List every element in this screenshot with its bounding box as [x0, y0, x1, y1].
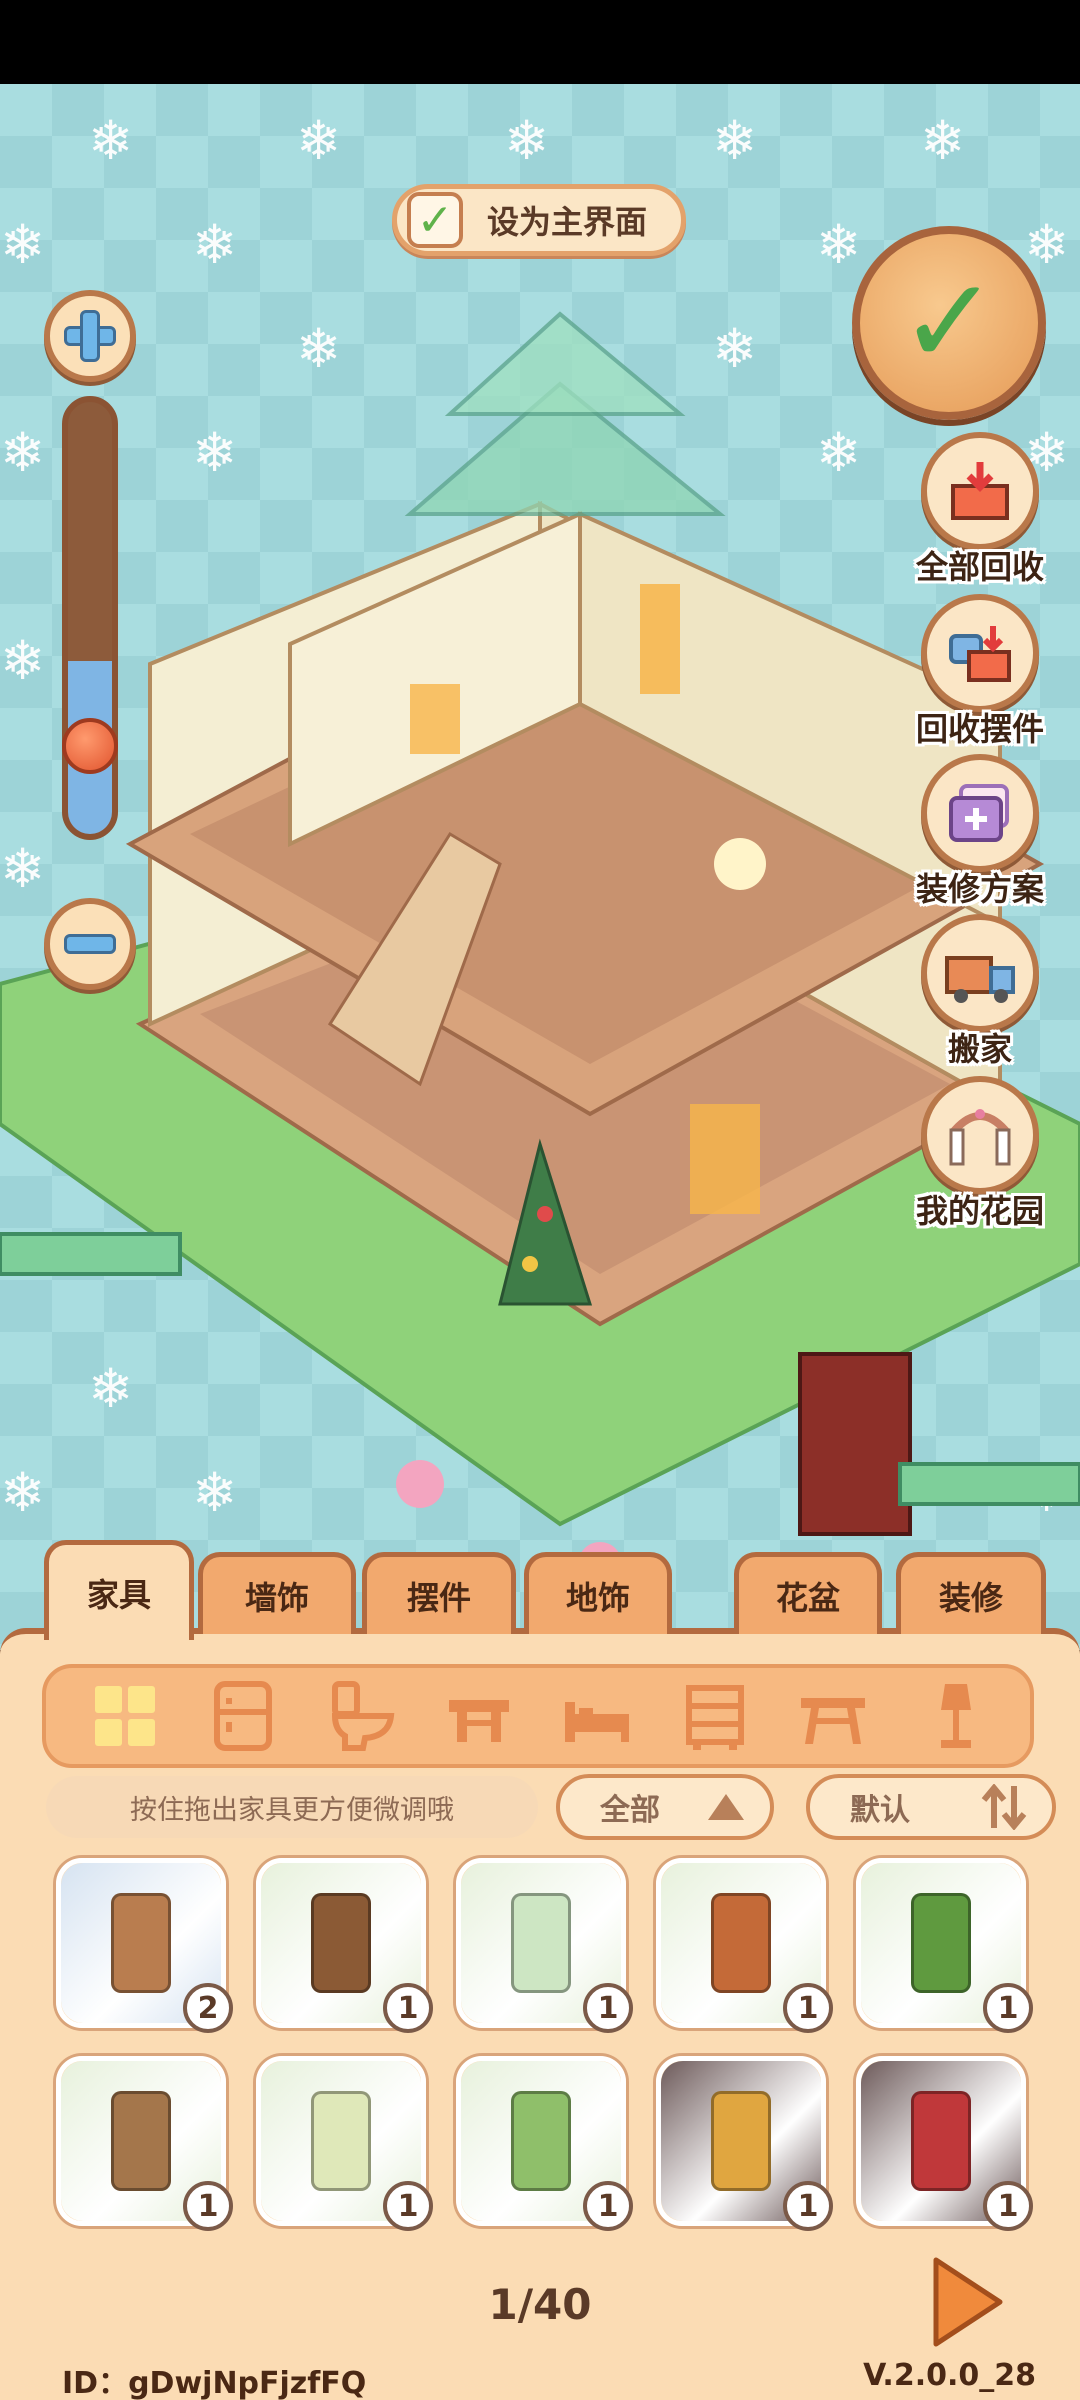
- checkmark-icon: ✓: [898, 253, 1000, 392]
- tab-label: 花盆: [775, 1578, 840, 1617]
- tab-flower-pots[interactable]: 花盆: [734, 1552, 882, 1634]
- tab-label: 墙饰: [244, 1578, 309, 1617]
- zoom-out-button[interactable]: [44, 898, 136, 990]
- plus-icon-vertical: [80, 310, 100, 362]
- stool-icon[interactable]: [439, 1676, 519, 1756]
- item-card[interactable]: 1: [656, 1858, 833, 2033]
- room-scene[interactable]: ❄ ❄ ❄ ❄ ❄ ❄ ❄ ❄ ❄ ❄ ❄ ❄ ❄ ❄ ❄ ❄ ❄ ❄ ❄ ❄ …: [0, 84, 1080, 1650]
- page-indicator: 1/40: [488, 2280, 592, 2329]
- item-card[interactable]: 1: [256, 2056, 433, 2231]
- filter-label: 全部: [600, 1793, 660, 1828]
- item-graphic: [111, 1893, 171, 1993]
- lamp-icon[interactable]: [911, 1676, 991, 1756]
- item-count-badge: 1: [583, 1983, 633, 2033]
- box-recycle-icon: [921, 432, 1039, 550]
- table-icon[interactable]: [793, 1676, 873, 1756]
- bed-icon[interactable]: [557, 1676, 637, 1756]
- next-page-arrow-icon[interactable]: [930, 2256, 1006, 2348]
- toilet-icon[interactable]: [321, 1676, 401, 1756]
- item-graphic: [511, 1893, 571, 1993]
- item-graphic: [311, 2091, 371, 2191]
- dresser-icon[interactable]: [675, 1676, 755, 1756]
- my-garden-button[interactable]: 我的花园: [895, 1076, 1065, 1232]
- moving-button[interactable]: 搬家: [895, 914, 1065, 1070]
- item-count-badge: 1: [983, 2181, 1033, 2231]
- item-count-badge: 1: [783, 2181, 833, 2231]
- set-as-main-label: 设为主界面: [487, 203, 648, 241]
- minus-icon: [64, 934, 116, 954]
- tab-label: 装修: [938, 1578, 1003, 1617]
- cabinet-icon[interactable]: [203, 1676, 283, 1756]
- item-graphic: [911, 2091, 971, 2191]
- item-card[interactable]: 1: [856, 2056, 1033, 2231]
- item-card[interactable]: 1: [56, 2056, 233, 2231]
- decoration-plan-icon: [921, 754, 1039, 872]
- zoom-in-button[interactable]: [44, 290, 136, 382]
- tab-label: 家具: [86, 1575, 151, 1614]
- checkbox-icon: ✓: [407, 192, 463, 248]
- item-graphic: [511, 2091, 571, 2191]
- triangle-up-icon: [708, 1794, 744, 1820]
- item-count-badge: 1: [383, 2181, 433, 2231]
- sort-label: 默认: [850, 1793, 910, 1828]
- all-grid-icon[interactable]: [85, 1676, 165, 1756]
- item-card[interactable]: 2: [56, 1858, 233, 2033]
- sort-arrows-icon: [981, 1784, 1027, 1830]
- item-card[interactable]: 1: [456, 2056, 633, 2231]
- version-label: V.2.0.0_28: [863, 2358, 1036, 2393]
- tab-label: 摆件: [406, 1578, 471, 1617]
- my-garden-label: 我的花园: [915, 1192, 1044, 1230]
- tab-renovation[interactable]: 装修: [896, 1552, 1046, 1634]
- zoom-slider-handle[interactable]: [62, 718, 118, 775]
- recycle-ornaments-button[interactable]: 回收摆件: [895, 594, 1065, 750]
- garden-arch-icon: [921, 1076, 1039, 1194]
- set-as-main-button[interactable]: ✓ 设为主界面: [392, 184, 686, 256]
- tab-furniture[interactable]: 家具: [44, 1540, 194, 1640]
- tab-ornaments[interactable]: 摆件: [362, 1552, 516, 1634]
- confirm-button[interactable]: ✓: [852, 226, 1046, 420]
- item-graphic: [311, 1893, 371, 1993]
- recycle-all-button[interactable]: 全部回收: [895, 432, 1065, 588]
- item-graphic: [711, 1893, 771, 1993]
- item-graphic: [911, 1893, 971, 1993]
- item-count-badge: 1: [183, 2181, 233, 2231]
- item-card[interactable]: 1: [456, 1858, 633, 2033]
- item-count-badge: 1: [783, 1983, 833, 2033]
- item-card[interactable]: 1: [856, 1858, 1033, 2033]
- recycle-ornaments-label: 回收摆件: [915, 710, 1044, 748]
- decoration-plan-button[interactable]: 装修方案: [895, 754, 1065, 910]
- category-bar: [42, 1664, 1034, 1768]
- drag-hint-text: 按住拖出家具更方便微调哦: [46, 1776, 538, 1838]
- item-count-badge: 2: [183, 1983, 233, 2033]
- item-card[interactable]: 1: [656, 2056, 833, 2231]
- moving-truck-icon: [921, 914, 1039, 1032]
- status-bar: [0, 0, 1080, 84]
- item-count-badge: 1: [383, 1983, 433, 2033]
- player-id: ID：gDwjNpFjzfFQ: [62, 2366, 367, 2400]
- sort-dropdown[interactable]: 默认: [806, 1774, 1056, 1840]
- filter-dropdown[interactable]: 全部: [556, 1774, 774, 1840]
- moving-label: 搬家: [947, 1030, 1012, 1068]
- item-graphic: [711, 2091, 771, 2191]
- item-count-badge: 1: [583, 2181, 633, 2231]
- item-card[interactable]: 1: [256, 1858, 433, 2033]
- tab-floor-decor[interactable]: 地饰: [524, 1552, 672, 1634]
- item-count-badge: 1: [983, 1983, 1033, 2033]
- tab-wall-decor[interactable]: 墙饰: [198, 1552, 356, 1634]
- tab-label: 地饰: [565, 1578, 630, 1617]
- recycle-all-label: 全部回收: [915, 548, 1044, 586]
- item-graphic: [111, 2091, 171, 2191]
- decoration-plan-label: 装修方案: [915, 870, 1044, 908]
- recycle-ornament-icon: [921, 594, 1039, 712]
